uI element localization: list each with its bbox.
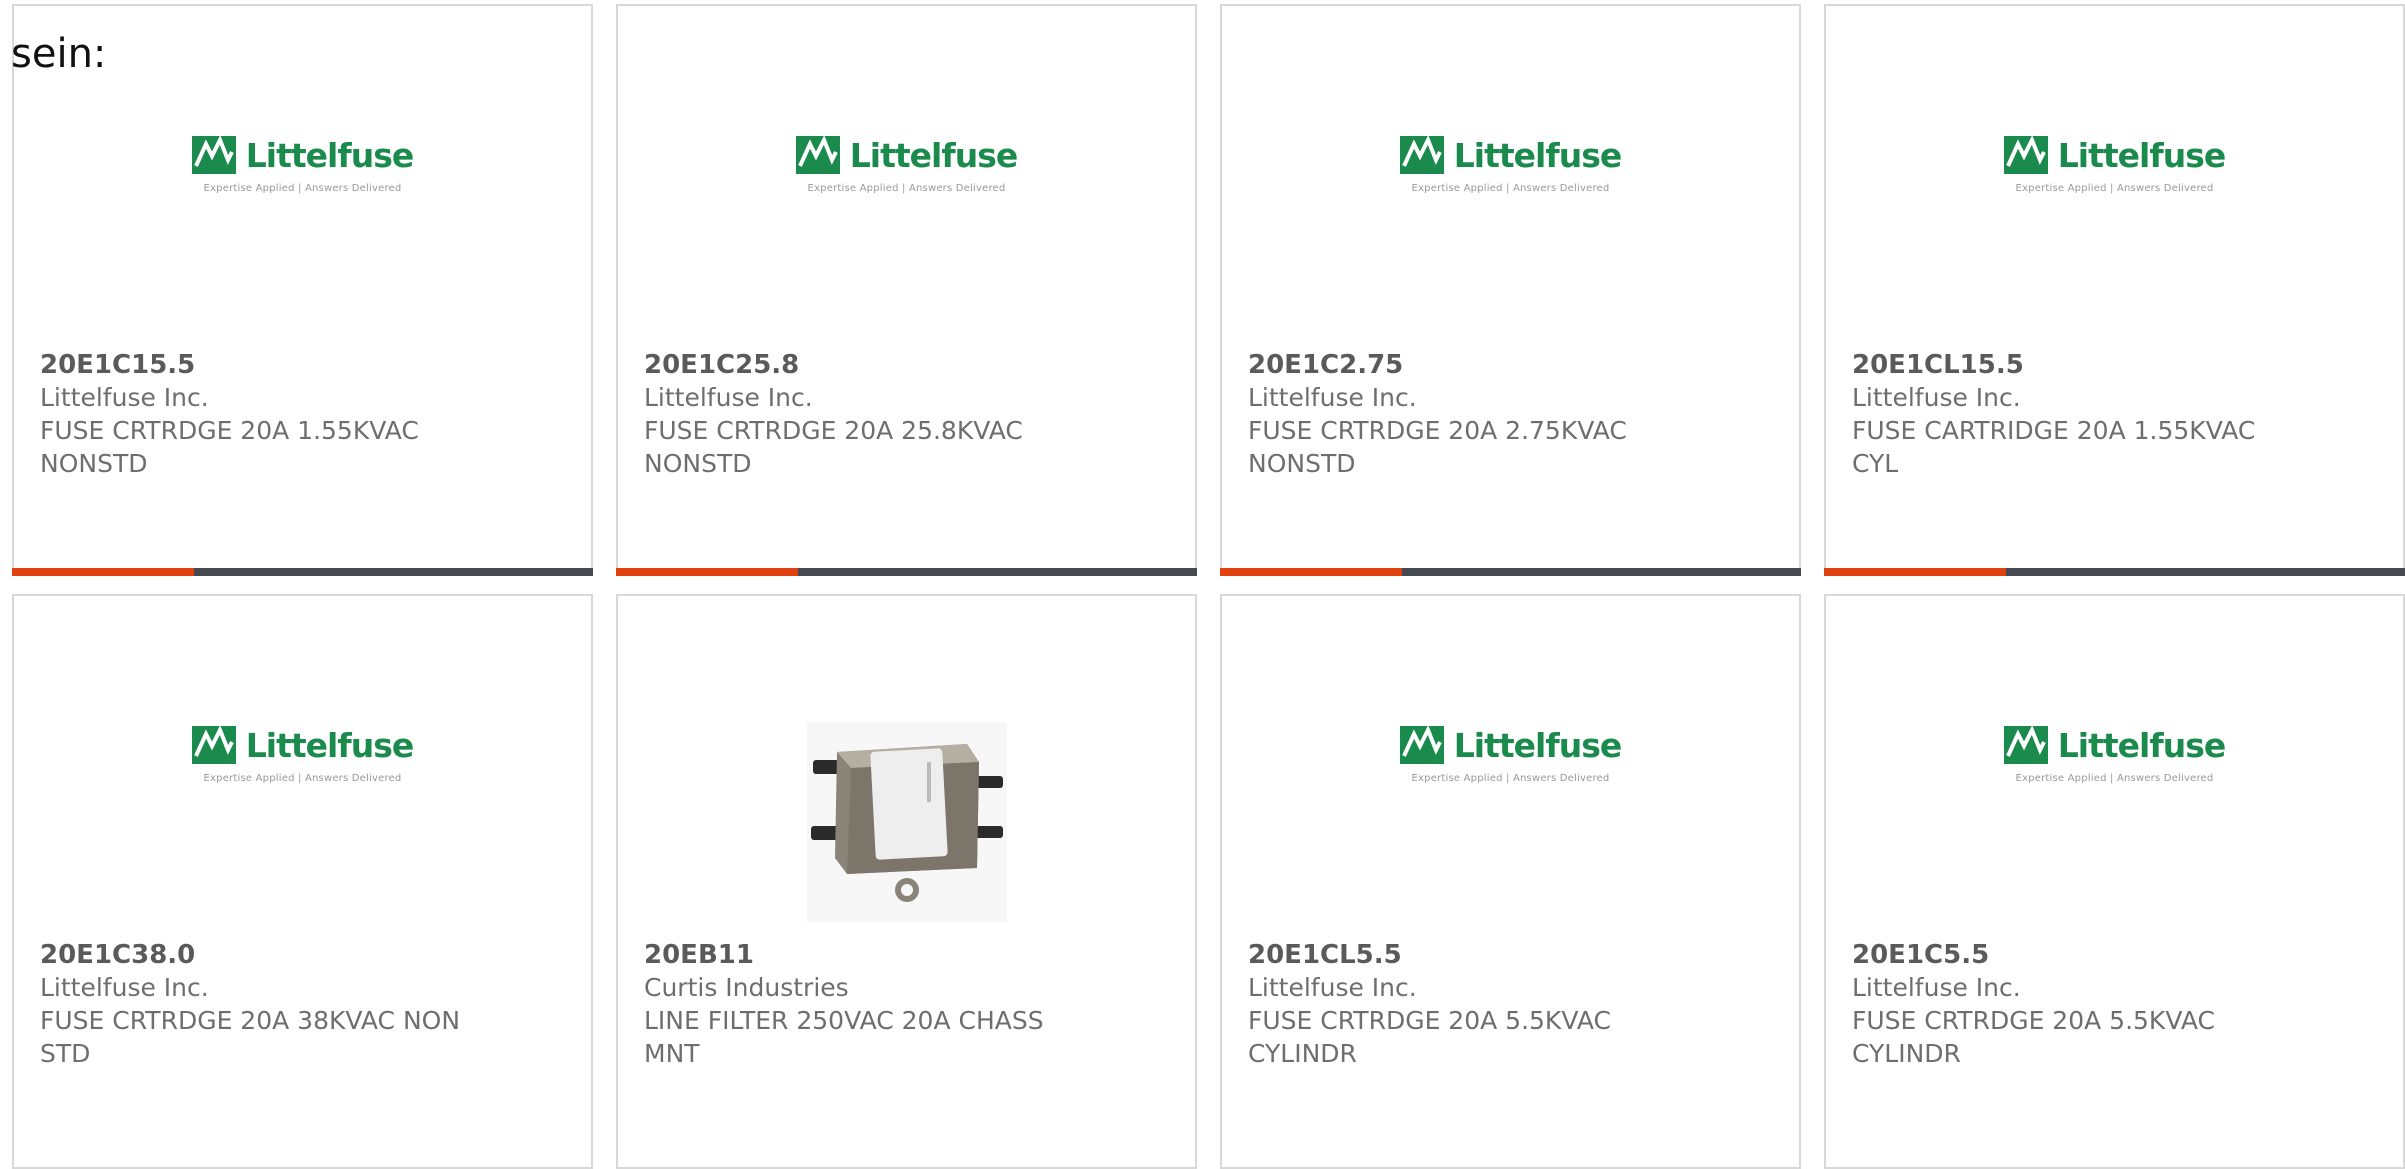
littelfuse-logo: Littelfuse Expertise Applied | Answers D… [2003,726,2226,784]
description: FUSE CRTRDGE 20A 2.75KVAC NONSTD [1248,416,1627,478]
product-card[interactable]: Littelfuse Expertise Applied | Answers D… [1220,594,1801,1169]
part-number[interactable]: 20E1C38.0 [40,939,571,971]
card-footer-bar [1220,568,1801,576]
line-filter-photo [806,722,1007,922]
manufacturer: Littelfuse Inc. [40,973,209,1002]
part-number[interactable]: 20EB11 [644,939,1175,971]
card-accent [1220,568,1402,576]
description: FUSE CRTRDGE 20A 38KVAC NON STD [40,1006,461,1068]
card-footer-bar [1824,568,2405,576]
card-footer-bar [616,568,1197,576]
littelfuse-logo: Littelfuse Expertise Applied | Answers D… [1399,726,1622,784]
product-card[interactable]: Littelfuse Expertise Applied | Answers D… [12,594,593,1169]
product-card[interactable]: Littelfuse Expertise Applied | Answers D… [12,4,593,576]
product-card[interactable]: Littelfuse Expertise Applied | Answers D… [1824,594,2405,1169]
description: FUSE CRTRDGE 20A 1.55KVAC NONSTD [40,416,419,478]
littelfuse-logo: Littelfuse Expertise Applied | Answers D… [191,726,414,784]
section-heading: sein: [11,31,107,77]
littelfuse-logo: Littelfuse Expertise Applied | Answers D… [191,136,414,194]
card-accent [616,568,798,576]
product-card[interactable]: Littelfuse Expertise Applied | Answers D… [616,4,1197,576]
part-number[interactable]: 20E1C15.5 [40,349,571,381]
description: FUSE CRTRDGE 20A 5.5KVAC CYLINDR [1852,1006,2215,1068]
manufacturer: Littelfuse Inc. [40,383,209,412]
littelfuse-logo: Littelfuse Expertise Applied | Answers D… [2003,136,2226,194]
card-accent [12,568,194,576]
littelfuse-logo: Littelfuse Expertise Applied | Answers D… [795,136,1018,194]
description: FUSE CARTRIDGE 20A 1.55KVAC CYL [1852,416,2256,478]
description: FUSE CRTRDGE 20A 5.5KVAC CYLINDR [1248,1006,1611,1068]
manufacturer: Littelfuse Inc. [644,383,813,412]
littelfuse-logo: Littelfuse Expertise Applied | Answers D… [1399,136,1622,194]
card-footer-bar [12,568,593,576]
part-number[interactable]: 20E1CL5.5 [1248,939,1779,971]
card-accent [1824,568,2006,576]
product-card[interactable]: 20EB11 Curtis Industries LINE FILTER 250… [616,594,1197,1169]
manufacturer: Littelfuse Inc. [1852,973,2021,1002]
description: FUSE CRTRDGE 20A 25.8KVAC NONSTD [644,416,1023,478]
part-number[interactable]: 20E1C2.75 [1248,349,1779,381]
manufacturer: Littelfuse Inc. [1852,383,2021,412]
product-card[interactable]: Littelfuse Expertise Applied | Answers D… [1824,4,2405,576]
manufacturer: Littelfuse Inc. [1248,973,1417,1002]
part-number[interactable]: 20E1C25.8 [644,349,1175,381]
description: LINE FILTER 250VAC 20A CHASS MNT [644,1006,1044,1068]
product-card[interactable]: Littelfuse Expertise Applied | Answers D… [1220,4,1801,576]
part-number[interactable]: 20E1CL15.5 [1852,349,2383,381]
manufacturer: Littelfuse Inc. [1248,383,1417,412]
part-number[interactable]: 20E1C5.5 [1852,939,2383,971]
manufacturer: Curtis Industries [644,973,849,1002]
